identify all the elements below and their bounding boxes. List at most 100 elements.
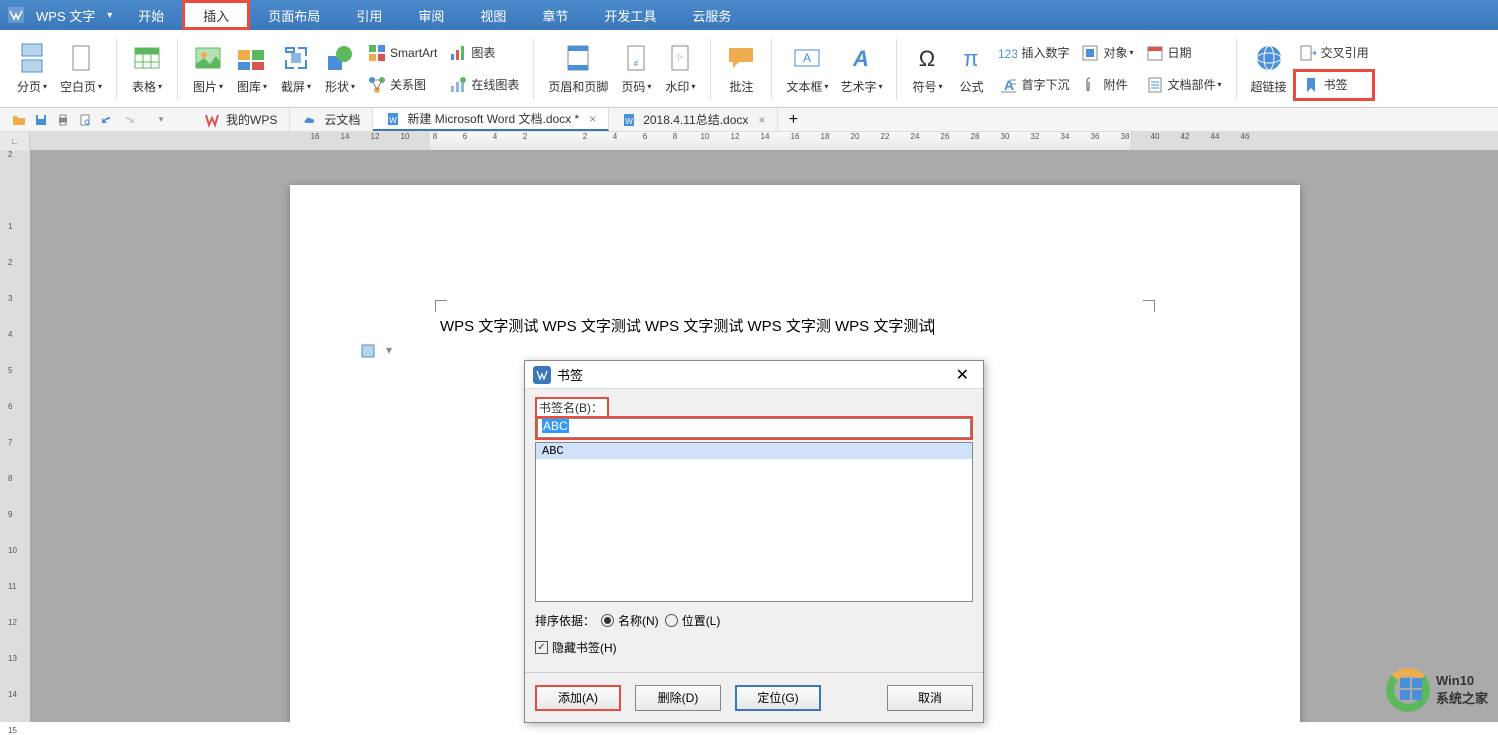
attachment-button[interactable]: 附件 bbox=[1075, 69, 1139, 101]
comment-icon bbox=[725, 42, 757, 74]
gallery-button[interactable]: 图库▾ bbox=[230, 34, 274, 104]
online-chart-icon bbox=[449, 76, 467, 94]
page-number-button[interactable]: # 页码▾ bbox=[614, 34, 658, 104]
vertical-ruler[interactable]: 2123456789101112131415 bbox=[0, 150, 30, 722]
ribbon: 分页▾ 空白页▾ 表格▾ 图片▾ 图库▾ 截屏▾ 形状▾ bbox=[0, 30, 1498, 108]
bookmark-button[interactable]: 书签 bbox=[1293, 69, 1375, 101]
chart-button[interactable]: 图表 bbox=[443, 37, 525, 69]
smartart-button[interactable]: SmartArt bbox=[362, 37, 443, 69]
watermark-icon: A bbox=[664, 42, 696, 74]
margin-mark bbox=[1143, 300, 1155, 312]
equation-icon: π bbox=[955, 42, 987, 74]
menu-tab-layout[interactable]: 页面布局 bbox=[250, 0, 338, 30]
svg-text:Ω: Ω bbox=[919, 46, 935, 71]
menu-tab-insert[interactable]: 插入 bbox=[182, 0, 250, 30]
hyperlink-icon bbox=[1253, 42, 1285, 74]
object-button[interactable]: 对象▾ bbox=[1075, 37, 1139, 69]
chart-icon bbox=[449, 44, 467, 62]
app-logo-icon bbox=[6, 5, 26, 25]
goto-button[interactable]: 定位(G) bbox=[735, 685, 821, 711]
doc-parts-icon bbox=[1146, 76, 1164, 94]
textbox-button[interactable]: A 文本框▾ bbox=[780, 34, 834, 104]
svg-text:W: W bbox=[390, 116, 398, 125]
header-footer-button[interactable]: 页眉和页脚 bbox=[542, 34, 614, 104]
watermark-button[interactable]: A 水印▾ bbox=[658, 34, 702, 104]
doc-tab-newdoc[interactable]: W 新建 Microsoft Word 文档.docx * × bbox=[373, 108, 609, 131]
gallery-icon bbox=[236, 42, 268, 74]
svg-text:#: # bbox=[634, 59, 639, 68]
table-button[interactable]: 表格▾ bbox=[125, 34, 169, 104]
bookmark-name-label: 书签名(B)： bbox=[535, 397, 609, 416]
header-footer-icon bbox=[562, 42, 594, 74]
cross-ref-icon bbox=[1299, 44, 1317, 62]
dropcap-icon: A bbox=[999, 76, 1017, 94]
blank-page-button[interactable]: 空白页▾ bbox=[54, 34, 108, 104]
page-break-button[interactable]: 分页▾ bbox=[10, 34, 54, 104]
word-doc-icon: W bbox=[621, 112, 637, 128]
bookmark-list[interactable]: ABC bbox=[535, 442, 973, 602]
qa-more-icon[interactable]: ▾ bbox=[150, 110, 172, 130]
qa-redo-icon[interactable] bbox=[118, 110, 140, 130]
qa-preview-icon[interactable] bbox=[74, 110, 96, 130]
comment-button[interactable]: 批注 bbox=[719, 34, 763, 104]
relation-button[interactable]: 关系图 bbox=[362, 69, 443, 101]
menu-tab-cloud[interactable]: 云服务 bbox=[674, 0, 749, 30]
hyperlink-button[interactable]: 超链接 bbox=[1245, 34, 1293, 104]
bookmark-name-input[interactable]: ABC bbox=[537, 418, 971, 438]
menu-tab-view[interactable]: 视图 bbox=[462, 0, 524, 30]
qa-undo-icon[interactable] bbox=[96, 110, 118, 130]
doc-tab-mywps[interactable]: 我的WPS bbox=[192, 108, 290, 131]
sort-location-radio[interactable]: 位置(L) bbox=[665, 612, 721, 629]
insert-number-button[interactable]: 123 插入数字 bbox=[993, 37, 1075, 69]
cross-ref-button[interactable]: 交叉引用 bbox=[1293, 37, 1375, 69]
ruler-corner: ∟ bbox=[0, 132, 30, 150]
titlebar: WPS 文字 ▾ 开始 插入 页面布局 引用 审阅 视图 章节 开发工具 云服务 bbox=[0, 0, 1498, 30]
number-icon: 123 bbox=[999, 44, 1017, 62]
add-tab-button[interactable]: + bbox=[778, 108, 808, 131]
menu-tab-section[interactable]: 章节 bbox=[524, 0, 586, 30]
sort-name-radio[interactable]: 名称(N) bbox=[601, 612, 659, 629]
delete-button[interactable]: 删除(D) bbox=[635, 685, 721, 711]
menu-tab-start[interactable]: 开始 bbox=[120, 0, 182, 30]
svg-text:W: W bbox=[625, 117, 633, 126]
qa-open-icon[interactable] bbox=[8, 110, 30, 130]
dialog-close-button[interactable]: ✕ bbox=[950, 365, 975, 385]
close-icon[interactable]: × bbox=[589, 112, 596, 126]
dialog-title: 书签 bbox=[557, 365, 950, 384]
page-break-icon bbox=[16, 42, 48, 74]
list-item[interactable]: ABC bbox=[536, 443, 972, 459]
doc-parts-button[interactable]: 文档部件▾ bbox=[1140, 69, 1228, 101]
qa-print-icon[interactable] bbox=[52, 110, 74, 130]
doc-tab-summary[interactable]: W 2018.4.11总结.docx × bbox=[609, 108, 778, 131]
online-chart-button[interactable]: 在线图表 bbox=[443, 69, 525, 101]
doc-tab-cloud[interactable]: 云文档 bbox=[290, 108, 373, 131]
svg-text:A: A bbox=[1004, 77, 1014, 93]
wordart-icon: A bbox=[845, 42, 877, 74]
equation-button[interactable]: π 公式 bbox=[949, 34, 993, 104]
menu-tab-dev[interactable]: 开发工具 bbox=[586, 0, 674, 30]
hidden-bookmarks-checkbox[interactable]: 隐藏书签(H) bbox=[535, 639, 617, 656]
bookmark-dialog: 书签 ✕ 书签名(B)： ABC ABC 排序依据： 名称(N) 位置(L) 隐… bbox=[524, 360, 984, 723]
qa-save-icon[interactable] bbox=[30, 110, 52, 130]
svg-text:A: A bbox=[803, 51, 811, 65]
screenshot-button[interactable]: 截屏▾ bbox=[274, 34, 318, 104]
menu-tabs: 开始 插入 页面布局 引用 审阅 视图 章节 开发工具 云服务 bbox=[120, 0, 749, 30]
cancel-button[interactable]: 取消 bbox=[887, 685, 973, 711]
menu-tab-reference[interactable]: 引用 bbox=[338, 0, 400, 30]
paragraph-icon[interactable]: ▾ bbox=[386, 343, 402, 359]
dropcap-button[interactable]: A 首字下沉 bbox=[993, 69, 1075, 101]
app-menu-dropdown[interactable]: ▾ bbox=[99, 10, 120, 21]
radio-icon bbox=[665, 614, 678, 627]
picture-button[interactable]: 图片▾ bbox=[186, 34, 230, 104]
dialog-titlebar[interactable]: 书签 ✕ bbox=[525, 361, 983, 389]
section-icon[interactable] bbox=[360, 343, 376, 359]
shapes-button[interactable]: 形状▾ bbox=[318, 34, 362, 104]
date-button[interactable]: 日期 bbox=[1140, 37, 1228, 69]
close-icon[interactable]: × bbox=[758, 113, 765, 127]
add-button[interactable]: 添加(A) bbox=[535, 685, 621, 711]
wordart-button[interactable]: A 艺术字▾ bbox=[834, 34, 888, 104]
menu-tab-review[interactable]: 审阅 bbox=[400, 0, 462, 30]
horizontal-ruler[interactable]: 1614121086422468101214161820222426283032… bbox=[30, 132, 1498, 150]
symbol-button[interactable]: Ω 符号▾ bbox=[905, 34, 949, 104]
symbol-icon: Ω bbox=[911, 42, 943, 74]
